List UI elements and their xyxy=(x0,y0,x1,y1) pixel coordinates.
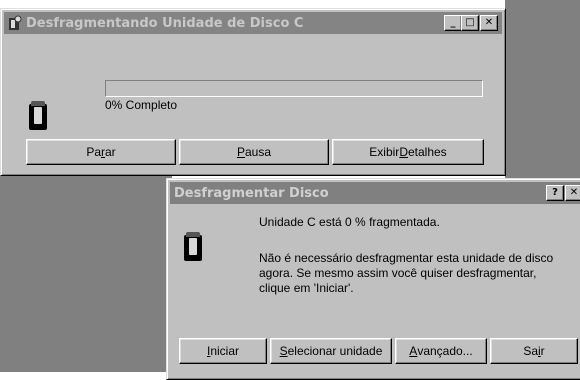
button-label: ausa xyxy=(244,145,272,159)
button-label: Exibir xyxy=(369,145,400,159)
pause-button[interactable]: Pausa xyxy=(179,139,329,165)
recommendation-text: Não é necessário desfragmentar esta unid… xyxy=(259,251,554,295)
defrag-dialog: Desfragmentar Disco ? ✕ Unidade C está 0… xyxy=(166,178,580,380)
desktop-background xyxy=(0,175,172,372)
desktop: Desfragmentando Unidade de Disco C _ □ ✕… xyxy=(0,0,580,380)
maximize-icon: □ xyxy=(465,17,475,28)
stop-button[interactable]: Pa r ar xyxy=(26,139,176,165)
button-mnemonic: A xyxy=(409,344,418,358)
dialog-title: Desfragmentar Disco xyxy=(174,185,329,201)
defrag-window: Desfragmentando Unidade de Disco C _ □ ✕… xyxy=(0,8,506,176)
dialog-close-button[interactable]: ✕ xyxy=(565,185,580,201)
button-label: ar xyxy=(105,145,116,159)
minimize-icon: _ xyxy=(450,17,456,28)
close-button[interactable]: ✕ xyxy=(480,15,498,31)
button-label: r xyxy=(540,344,545,358)
dialog-titlebar[interactable]: Desfragmentar Disco xyxy=(170,182,580,204)
help-button[interactable]: ? xyxy=(546,185,564,201)
button-label: Sa xyxy=(523,344,538,358)
maximize-button[interactable]: □ xyxy=(461,15,479,31)
defrag-window-title: Desfragmentando Unidade de Disco C xyxy=(26,15,304,31)
advanced-button[interactable]: Avançado... xyxy=(395,338,487,364)
close-icon: ✕ xyxy=(569,187,579,198)
show-details-button[interactable]: Exibir Detalhes xyxy=(332,139,484,165)
button-label: etalhes xyxy=(407,145,447,159)
button-label: vançado... xyxy=(417,344,473,358)
button-mnemonic: P xyxy=(236,145,245,159)
progress-bar xyxy=(105,80,483,97)
select-drive-button[interactable]: Selecionar unidade xyxy=(270,338,392,364)
button-mnemonic: S xyxy=(279,344,288,358)
defrag-icon xyxy=(6,15,22,31)
minimize-button[interactable]: _ xyxy=(444,15,462,31)
progress-status: 0% Completo xyxy=(105,98,178,112)
button-label: elecionar unidade xyxy=(287,344,383,358)
disk-icon xyxy=(184,232,202,261)
fragmentation-status: Unidade C está 0 % fragmentada. xyxy=(259,215,440,229)
disk-icon xyxy=(29,101,47,130)
close-icon: ✕ xyxy=(484,17,494,28)
button-label: niciar xyxy=(210,344,240,358)
defrag-window-titlebar[interactable]: Desfragmentando Unidade de Disco C xyxy=(4,12,502,34)
help-icon: ? xyxy=(552,187,558,198)
button-mnemonic: D xyxy=(399,145,408,159)
button-label: Pa xyxy=(86,145,101,159)
exit-button[interactable]: Sa i r xyxy=(490,338,578,364)
desktop-background xyxy=(505,0,580,182)
start-button[interactable]: Iniciar xyxy=(179,338,267,364)
